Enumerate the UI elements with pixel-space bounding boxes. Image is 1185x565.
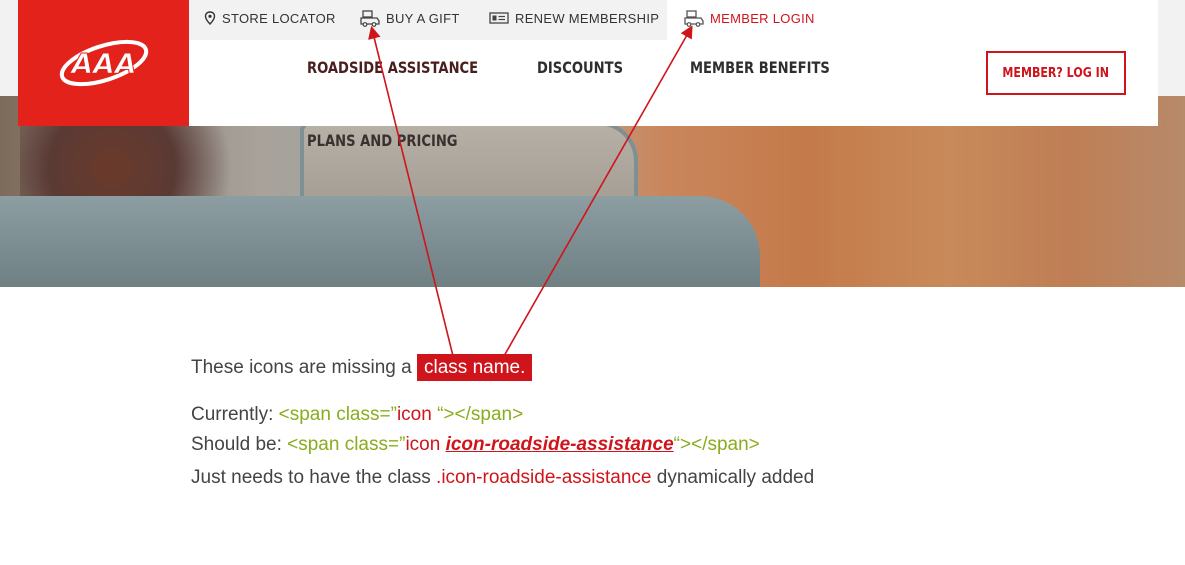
arrow-to-member-login-icon: [503, 25, 693, 357]
annotation-arrows: [368, 25, 693, 357]
arrow-to-buy-gift-icon: [368, 25, 454, 357]
